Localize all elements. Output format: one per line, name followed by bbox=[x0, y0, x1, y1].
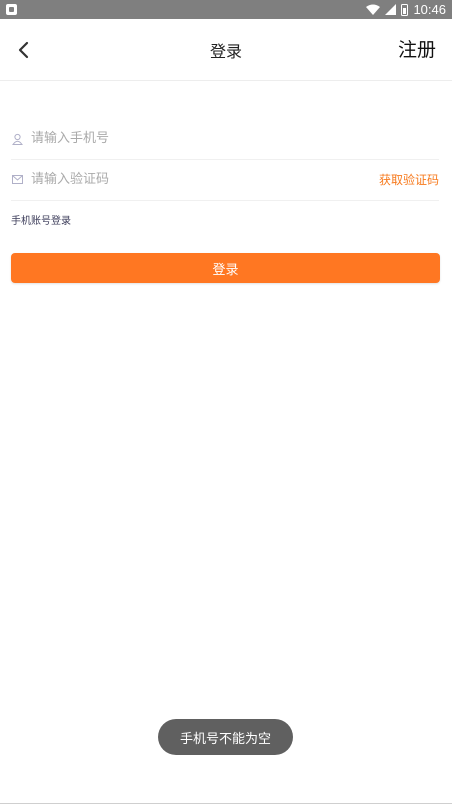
register-button[interactable]: 注册 bbox=[398, 35, 436, 62]
back-button[interactable] bbox=[10, 37, 36, 63]
nav-bar: 登录 注册 bbox=[0, 19, 452, 81]
status-time: 10:46 bbox=[413, 2, 446, 17]
phone-input[interactable] bbox=[31, 118, 439, 159]
status-left bbox=[6, 4, 17, 15]
notification-icon bbox=[6, 4, 17, 15]
status-bar: 10:46 bbox=[0, 0, 452, 19]
code-field-row: 获取验证码 bbox=[11, 159, 439, 201]
phone-field-row bbox=[11, 118, 439, 160]
mail-icon bbox=[11, 174, 23, 186]
login-button[interactable]: 登录 bbox=[11, 253, 440, 283]
toast-message: 手机号不能为空 bbox=[158, 719, 293, 755]
chevron-left-icon bbox=[18, 41, 29, 59]
status-right: 10:46 bbox=[366, 2, 446, 17]
cell-signal-icon bbox=[385, 4, 397, 15]
wifi-icon bbox=[366, 4, 381, 15]
user-icon bbox=[11, 133, 23, 145]
get-code-button[interactable]: 获取验证码 bbox=[379, 171, 439, 188]
battery-icon bbox=[401, 3, 409, 16]
page-title: 登录 bbox=[209, 41, 242, 61]
phone-account-login-link[interactable]: 手机账号登录 bbox=[11, 212, 71, 227]
verification-code-input[interactable] bbox=[31, 159, 379, 200]
